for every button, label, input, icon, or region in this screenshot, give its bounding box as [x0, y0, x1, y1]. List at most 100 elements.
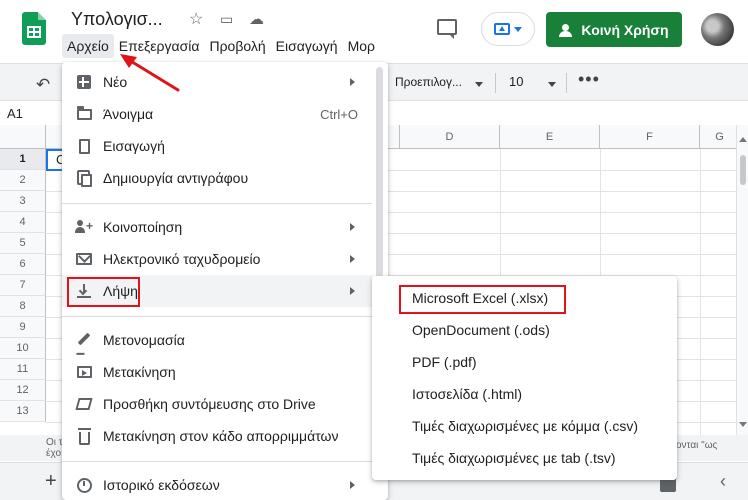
menu-edit[interactable]: Επεξεργασία [114, 34, 205, 58]
new-icon [76, 74, 92, 90]
menu-item-trash[interactable]: Μετακίνηση στον κάδο απορριμμάτων [62, 420, 372, 452]
history-icon [76, 477, 92, 493]
select-all-corner[interactable] [0, 125, 46, 149]
shortcut-label: Ctrl+O [320, 106, 358, 122]
drive-shortcut-icon [75, 396, 93, 412]
download-csv[interactable]: Τιμές διαχωρισμένες με κόμμα (.csv) [372, 410, 677, 442]
row-header-7[interactable]: 7 [0, 275, 46, 296]
vertical-scrollbar[interactable] [736, 125, 748, 435]
menu-item-label: Μετακίνηση στον κάδο απορριμμάτων [103, 428, 339, 444]
share-button[interactable]: Κοινή Χρήση [546, 12, 682, 47]
menu-insert[interactable]: Εισαγωγή [271, 34, 343, 58]
share-label: Κοινή Χρήση [581, 21, 669, 38]
row-header-2[interactable]: 2 [0, 170, 46, 191]
menu-item-label: Ηλεκτρονικό ταχυδρομείο [103, 251, 261, 267]
menu-item-label: Άνοιγμα [103, 106, 154, 122]
menu-item-new[interactable]: Νέο [62, 66, 372, 98]
add-sheet-icon[interactable]: + [45, 470, 57, 493]
row-header-6[interactable]: 6 [0, 254, 46, 275]
menu-item-email[interactable]: Ηλεκτρονικό ταχυδρομείο [62, 243, 372, 275]
row-header-8[interactable]: 8 [0, 296, 46, 317]
menu-scrollbar[interactable] [376, 67, 383, 281]
menu-item-label: Μετονομασία [103, 332, 185, 348]
name-box[interactable]: A1 [7, 106, 23, 121]
star-icon[interactable]: ☆ [189, 9, 203, 29]
submenu-item-label: Ιστοσελίδα (.html) [412, 386, 523, 402]
document-icon [76, 138, 92, 154]
download-tsv[interactable]: Τιμές διαχωρισμένες με tab (.tsv) [372, 442, 677, 474]
menu-item-import[interactable]: Εισαγωγή [62, 130, 372, 162]
toolbar-divider [495, 73, 496, 93]
row-header-12[interactable]: 12 [0, 380, 46, 401]
row-header-5[interactable]: 5 [0, 233, 46, 254]
menu-item-label: Κοινοποίηση [103, 219, 183, 235]
menu-item-label: Προσθήκη συντόμευσης στο Drive [103, 396, 316, 412]
info-banner-text: ονται "ως [676, 440, 718, 451]
menu-item-label: Ιστορικό εκδόσεων [103, 477, 220, 493]
font-size-select[interactable]: 10 [509, 74, 523, 89]
row-header-4[interactable]: 4 [0, 212, 46, 233]
grid-line [700, 149, 701, 435]
download-html[interactable]: Ιστοσελίδα (.html) [372, 378, 677, 410]
sheets-logo[interactable] [22, 12, 46, 45]
document-title[interactable]: Υπολογισ... [71, 9, 163, 30]
present-icon [494, 23, 510, 35]
row-header-9[interactable]: 9 [0, 317, 46, 338]
submenu-arrow-icon [350, 255, 355, 263]
submenu-item-label: OpenDocument (.ods) [412, 322, 550, 338]
menu-item-make-copy[interactable]: Δημιουργία αντιγράφου [62, 162, 372, 194]
menu-item-label: Εισαγωγή [103, 138, 165, 154]
row-header-10[interactable]: 10 [0, 338, 46, 359]
move-to-folder-icon[interactable]: ▭ [220, 11, 233, 28]
column-header-f[interactable]: F [600, 125, 700, 149]
download-ods[interactable]: OpenDocument (.ods) [372, 314, 677, 346]
rename-icon [76, 332, 92, 348]
row-header-11[interactable]: 11 [0, 359, 46, 380]
submenu-arrow-icon [350, 481, 355, 489]
menu-item-label: Νέο [103, 74, 128, 90]
email-icon [76, 251, 92, 267]
submenu-arrow-icon [350, 223, 355, 231]
menu-format[interactable]: Μορ [343, 34, 380, 58]
submenu-item-label: PDF (.pdf) [412, 354, 477, 370]
menu-item-share[interactable]: + Κοινοποίηση [62, 211, 372, 243]
highlight-box-xlsx [399, 285, 566, 314]
column-header-e[interactable]: E [500, 125, 600, 149]
comment-history-icon[interactable] [437, 19, 457, 39]
column-header-g[interactable]: G [700, 125, 740, 149]
menu-item-version-history[interactable]: Ιστορικό εκδόσεων [62, 469, 372, 500]
scroll-thumb[interactable] [740, 155, 746, 185]
download-pdf[interactable]: PDF (.pdf) [372, 346, 677, 378]
font-family-select[interactable]: Προεπιλογ... [395, 75, 462, 89]
menu-item-add-shortcut[interactable]: Προσθήκη συντόμευσης στο Drive [62, 388, 372, 420]
menu-item-rename[interactable]: Μετονομασία [62, 324, 372, 356]
folder-icon [76, 105, 92, 122]
scroll-down-icon[interactable] [739, 422, 747, 427]
highlight-box-download [67, 277, 140, 307]
undo-icon[interactable]: ↶ [36, 75, 50, 95]
menu-item-open[interactable]: Άνοιγμα Ctrl+O [62, 98, 372, 130]
trash-icon [76, 427, 92, 445]
row-header-1[interactable]: 1 [0, 149, 46, 170]
column-header-d[interactable]: D [400, 125, 500, 149]
submenu-item-label: Τιμές διαχωρισμένες με κόμμα (.csv) [412, 418, 639, 434]
menu-item-label: Δημιουργία αντιγράφου [103, 170, 249, 186]
submenu-item-label: Τιμές διαχωρισμένες με tab (.tsv) [412, 450, 616, 466]
chevron-down-icon [475, 82, 483, 87]
menu-item-move[interactable]: Μετακίνηση [62, 356, 372, 388]
more-options-icon[interactable]: ••• [578, 69, 600, 90]
copy-icon [76, 170, 92, 187]
submenu-arrow-icon [350, 287, 355, 295]
menu-file[interactable]: Αρχείο [62, 34, 114, 58]
row-header-13[interactable]: 13 [0, 401, 46, 422]
menubar: Αρχείο Επεξεργασία Προβολή Εισαγωγή Μορ [62, 34, 380, 58]
present-button[interactable] [481, 12, 535, 46]
cloud-status-icon[interactable]: ☁ [249, 10, 264, 28]
scroll-up-icon[interactable] [739, 137, 747, 142]
account-avatar[interactable] [701, 13, 734, 46]
info-banner-text: Οι τ [46, 437, 63, 448]
menu-view[interactable]: Προβολή [204, 34, 270, 58]
share-person-icon: + [75, 219, 93, 235]
chevron-left-icon[interactable]: ‹ [720, 471, 726, 492]
row-header-3[interactable]: 3 [0, 191, 46, 212]
